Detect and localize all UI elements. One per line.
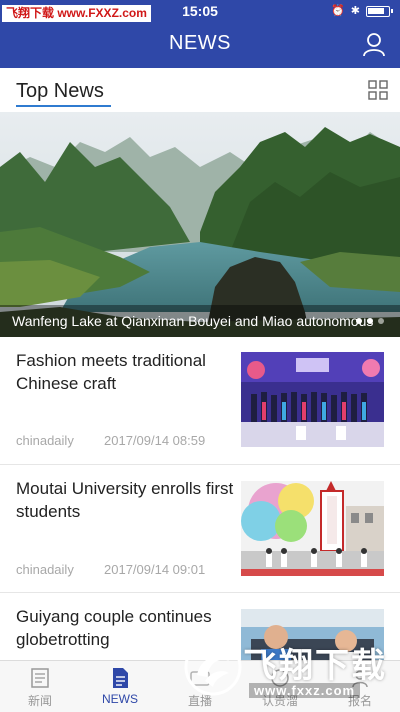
battery-icon	[366, 5, 393, 17]
grid-view-button[interactable]	[368, 80, 388, 100]
news-source: chinadaily	[16, 562, 74, 577]
tab-news-en[interactable]: NEWS	[80, 661, 160, 712]
alarm-icon: ⏰	[331, 5, 345, 17]
carousel-dot	[378, 318, 384, 324]
grid-icon	[368, 80, 388, 100]
tab-news-cn[interactable]: 新闻	[0, 661, 80, 712]
hero-image	[0, 112, 400, 337]
tab-label: NEWS	[102, 692, 138, 706]
watermark-url: www.fxxz.com	[249, 683, 361, 698]
news-list-item[interactable]: Moutai University enrolls first students…	[0, 465, 400, 593]
bluetooth-icon: ✱	[350, 5, 360, 17]
news-date: 2017/09/14 08:59	[104, 433, 206, 448]
carousel-indicator	[356, 318, 384, 324]
user-profile-button[interactable]	[360, 30, 388, 58]
carousel-dot	[367, 318, 373, 324]
section-header: Top News	[0, 68, 400, 112]
document-icon	[113, 668, 128, 688]
news-source: chinadaily	[16, 433, 74, 448]
newspaper-icon	[31, 668, 49, 688]
user-icon	[363, 33, 385, 57]
page-title: NEWS	[169, 32, 231, 54]
section-underline	[16, 105, 111, 107]
watermark-logo: 飞翔下载 www.fxxz.com	[183, 634, 398, 704]
section-title: Top News	[16, 80, 104, 102]
news-title: Fashion meets traditional Chinese craft	[16, 351, 206, 393]
status-icons: ⏰ ✱	[331, 4, 393, 18]
hero-carousel[interactable]: Wanfeng Lake at Qianxinan Bouyei and Mia…	[0, 112, 400, 337]
carousel-dot	[356, 318, 362, 324]
status-bar: 飞翔下载 www.FXXZ.com 15:05 ⏰ ✱	[0, 0, 400, 22]
news-thumbnail	[241, 481, 384, 576]
news-thumbnail	[241, 352, 384, 447]
tab-label: 新闻	[27, 694, 52, 708]
news-date: 2017/09/14 09:01	[104, 562, 206, 577]
news-title: Moutai University enrolls first students	[16, 479, 234, 521]
app-header: 飞翔下载 www.FXXZ.com 15:05 ⏰ ✱ NEWS	[0, 0, 400, 68]
hero-caption: Wanfeng Lake at Qianxinan Bouyei and Mia…	[0, 305, 400, 337]
watermark-swirl-icon	[184, 638, 242, 696]
watermark-brand: 飞翔下载	[243, 646, 387, 686]
news-list-item[interactable]: Fashion meets traditional Chinese craft …	[0, 337, 400, 465]
